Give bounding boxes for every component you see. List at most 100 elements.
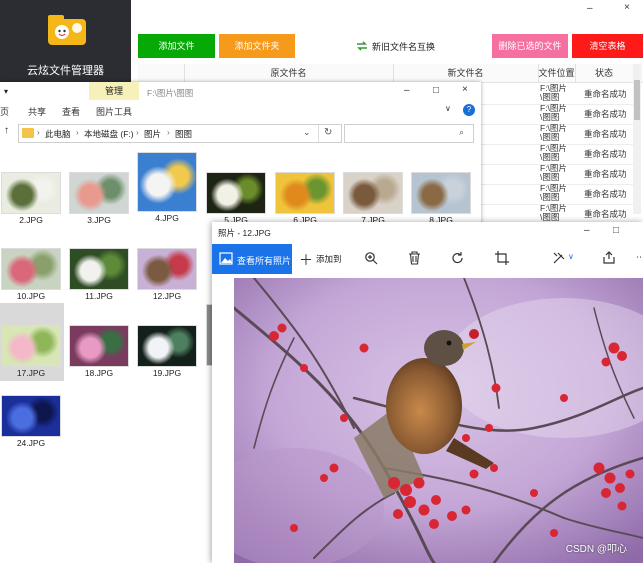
table-header-blank: [138, 64, 185, 82]
csdn-watermark: CSDN @叩心: [565, 544, 627, 555]
help-icon[interactable]: ?: [463, 104, 475, 116]
ribbon-tab-share[interactable]: 共享: [28, 105, 46, 118]
search-input[interactable]: ⌕: [344, 124, 474, 143]
refresh-icon[interactable]: ↻: [324, 127, 332, 138]
ribbon-tab-picture-tools[interactable]: 图片工具: [96, 105, 132, 118]
file-name-label[interactable]: 24.JPG: [1, 438, 61, 448]
viewer-maximize-button[interactable]: □: [613, 225, 619, 236]
row-status: 重命名成功: [584, 149, 627, 159]
photos-icon: [219, 252, 233, 265]
row-location: F:\图片\图图: [540, 104, 567, 122]
breadcrumb-sep-icon: ›: [76, 128, 79, 137]
row-location: F:\图片\图图: [540, 204, 567, 222]
breadcrumb-drive[interactable]: 本地磁盘 (F:): [84, 128, 134, 140]
breadcrumb-sep-icon: ›: [167, 128, 170, 137]
quick-access-arrow-icon[interactable]: ▾: [4, 87, 8, 96]
file-thumbnail[interactable]: [1, 395, 61, 437]
delete-selected-button[interactable]: 删除已选的文件: [492, 34, 568, 58]
explorer-close-button[interactable]: ×: [462, 84, 468, 95]
more-options-icon[interactable]: ⋯: [636, 252, 643, 263]
row-location: F:\图片\图图: [540, 124, 567, 142]
breadcrumb-this-pc[interactable]: 此电脑: [45, 128, 71, 140]
header-new-name: 新文件名: [393, 64, 539, 82]
file-thumbnail[interactable]: [1, 325, 61, 367]
row-location: F:\图片\图图: [540, 144, 567, 162]
delete-icon[interactable]: [408, 251, 421, 265]
view-all-photos-label: 查看所有照片: [237, 256, 292, 266]
address-dropdown-icon[interactable]: ⌄: [303, 127, 311, 138]
row-status: 重命名成功: [584, 169, 627, 179]
file-name-label[interactable]: 11.JPG: [69, 291, 129, 301]
ribbon-tab-home[interactable]: 页: [0, 105, 9, 118]
file-thumbnail[interactable]: [206, 172, 266, 214]
crop-icon[interactable]: [495, 251, 509, 265]
row-status: 重命名成功: [584, 209, 627, 219]
row-location: F:\图片\图图: [540, 164, 567, 182]
row-status: 重命名成功: [584, 89, 627, 99]
folder-icon: [22, 128, 34, 138]
viewer-titlebar: 照片 - 12.JPG – □: [212, 222, 643, 242]
file-thumbnail[interactable]: [137, 152, 197, 212]
app-close-button[interactable]: ×: [624, 2, 630, 13]
file-name-label[interactable]: 2.JPG: [1, 215, 61, 225]
file-thumbnail[interactable]: [137, 248, 197, 290]
row-location: F:\图片\图图: [540, 84, 567, 102]
app-minimize-button[interactable]: –: [587, 3, 593, 14]
breadcrumb-tutu[interactable]: 图图: [175, 128, 192, 140]
search-icon: ⌕: [459, 127, 465, 137]
file-thumbnail[interactable]: [411, 172, 471, 214]
file-name-label[interactable]: 4.JPG: [137, 213, 197, 223]
main-photo: [234, 278, 643, 563]
zoom-in-icon[interactable]: [364, 251, 378, 265]
breadcrumb-sep-icon: ›: [136, 128, 139, 137]
breadcrumb-pictures[interactable]: 图片: [144, 128, 161, 140]
file-thumbnail[interactable]: [1, 172, 61, 214]
file-thumbnail[interactable]: [137, 325, 197, 367]
add-file-button[interactable]: 添加文件: [138, 34, 215, 58]
explorer-titlebar: ▾ 管理 F:\图片\图图 – □ ×: [0, 82, 481, 102]
table-header: 原文件名 新文件名 文件位置 状态: [138, 64, 643, 83]
row-location: F:\图片\图图: [540, 184, 567, 202]
add-to-button[interactable]: 添加到: [316, 253, 342, 265]
edit-dropdown-icon[interactable]: ∨: [568, 252, 574, 261]
file-name-label[interactable]: 12.JPG: [137, 291, 197, 301]
breadcrumb-sep-icon: ›: [37, 128, 40, 137]
file-thumbnail[interactable]: [343, 172, 403, 214]
file-name-label[interactable]: 10.JPG: [1, 291, 61, 301]
address-bar[interactable]: › 此电脑 › 本地磁盘 (F:) › 图片 › 图图 ⌄ ↻: [18, 124, 342, 143]
file-thumbnail[interactable]: [69, 172, 129, 214]
ribbon-expand-icon[interactable]: ∨: [445, 104, 451, 113]
header-location: 文件位置: [538, 64, 576, 82]
add-folder-button[interactable]: 添加文件夹: [219, 34, 295, 58]
file-thumbnail[interactable]: [275, 172, 335, 214]
add-icon[interactable]: ＋: [299, 250, 313, 270]
swap-names-button[interactable]: 新旧文件名互换: [372, 40, 435, 53]
file-name-label[interactable]: 17.JPG: [1, 368, 61, 378]
row-status: 重命名成功: [584, 109, 627, 119]
file-thumbnail[interactable]: [69, 248, 129, 290]
file-name-label[interactable]: 18.JPG: [69, 368, 129, 378]
share-icon[interactable]: [602, 251, 616, 265]
file-name-label[interactable]: 19.JPG: [137, 368, 197, 378]
header-status: 状态: [594, 68, 613, 78]
viewer-title: 照片 - 12.JPG: [218, 228, 271, 238]
clear-table-button[interactable]: 清空表格: [572, 34, 643, 58]
explorer-maximize-button[interactable]: □: [433, 85, 439, 96]
rotate-icon[interactable]: [451, 251, 465, 265]
row-status: 重命名成功: [584, 129, 627, 139]
edit-icon[interactable]: [552, 251, 566, 265]
explorer-title-path: F:\图片\图图: [147, 88, 194, 98]
view-all-photos-button[interactable]: 查看所有照片: [212, 244, 292, 274]
explorer-minimize-button[interactable]: –: [404, 85, 410, 96]
table-scrollbar[interactable]: [633, 64, 641, 214]
ribbon-tab-view[interactable]: 查看: [62, 105, 80, 118]
photo-viewer-window: 照片 - 12.JPG – □ 查看所有照片 ＋ 添加到 ∨ ⋯ CSDN @叩…: [212, 222, 643, 563]
file-name-label[interactable]: 3.JPG: [69, 215, 129, 225]
file-thumbnail[interactable]: [69, 325, 129, 367]
file-thumbnail[interactable]: [1, 248, 61, 290]
header-original-name: 原文件名: [184, 64, 394, 82]
viewer-minimize-button[interactable]: –: [584, 225, 590, 236]
app-title: 云炫文件管理器: [27, 65, 104, 77]
manage-tab[interactable]: 管理: [89, 82, 139, 100]
up-arrow-icon[interactable]: ↑: [4, 125, 9, 136]
